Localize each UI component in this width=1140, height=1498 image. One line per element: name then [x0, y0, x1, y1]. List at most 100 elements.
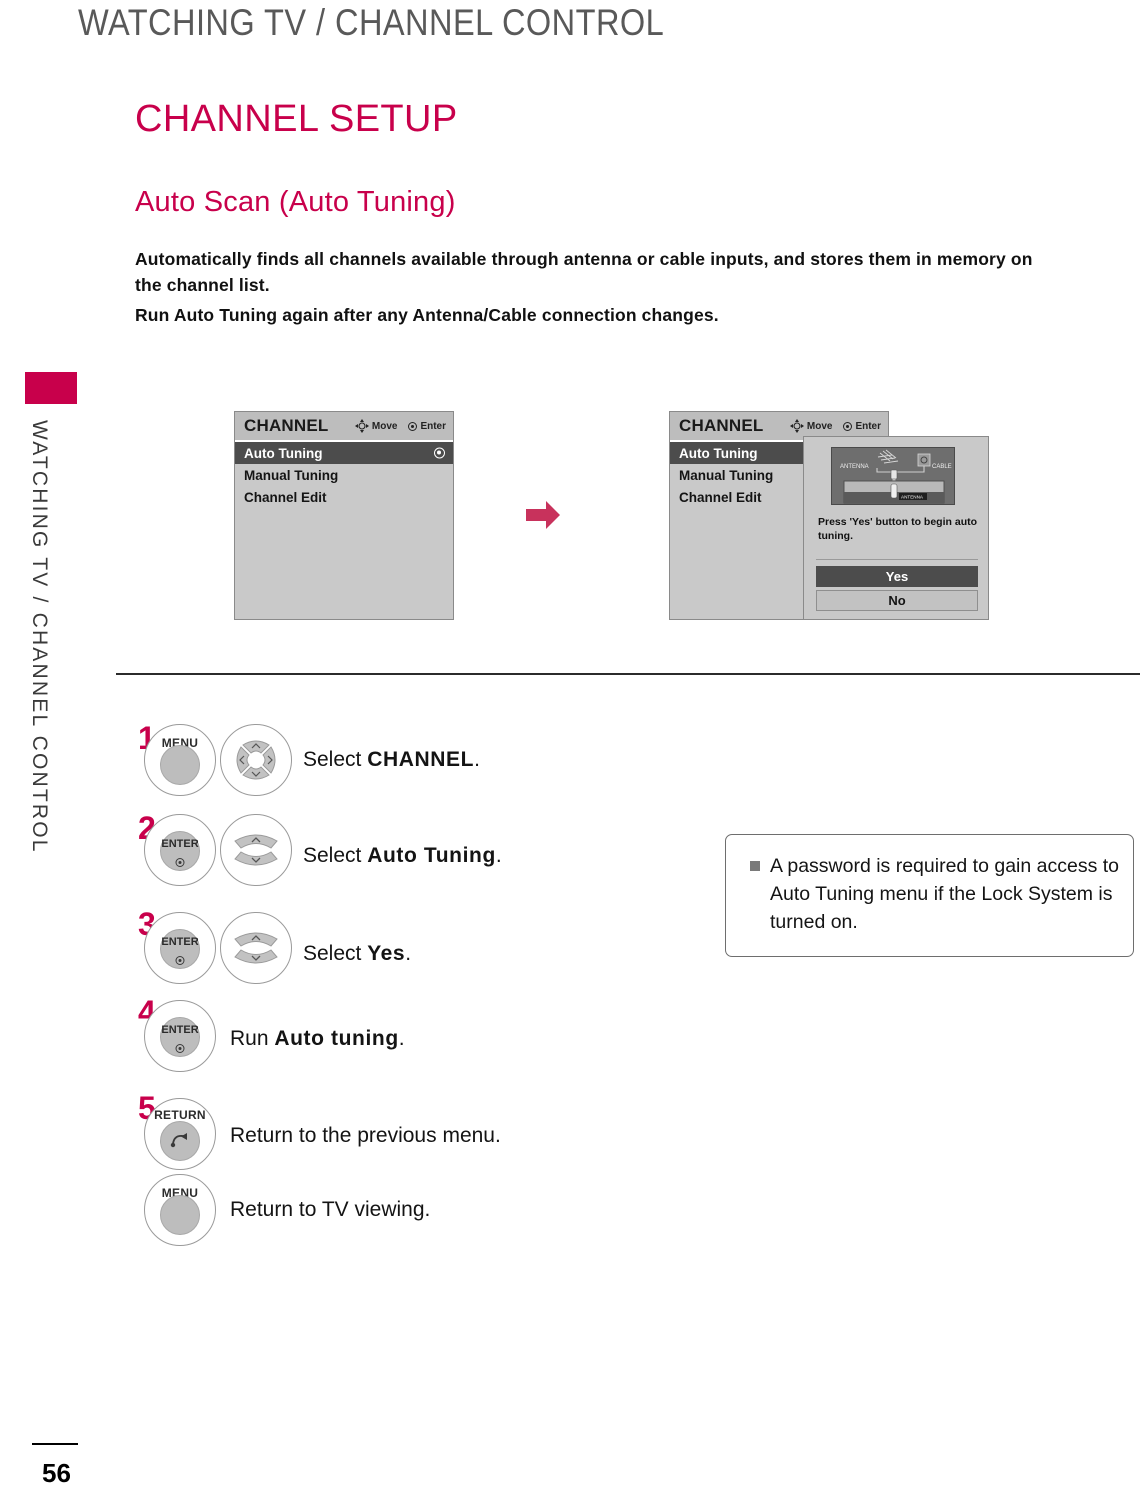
- dialog-message: Press 'Yes' button to begin auto tuning.: [818, 516, 978, 542]
- enter-button-icon: ENTER: [160, 929, 200, 969]
- enter-dot-icon: [175, 956, 185, 965]
- step-3-suffix: .: [405, 942, 412, 965]
- hint-move-label: Move: [806, 420, 833, 432]
- antenna-cable-diagram-icon: ANTENNA CABLE ANTENNA: [832, 448, 954, 504]
- radio-selected-icon: [434, 447, 445, 459]
- dpad-move-icon: [789, 419, 804, 433]
- return-arrow-icon: [170, 1133, 187, 1148]
- note-text: A password is required to gain access to…: [770, 855, 1120, 933]
- updown-control[interactable]: [220, 814, 292, 886]
- osd-channel-menu-before: CHANNEL Move Enter Auto Tuning Manual Tu…: [234, 411, 454, 620]
- hint-enter-label: Enter: [420, 420, 446, 432]
- enter-button-label: ENTER: [161, 838, 199, 850]
- dpad-move-icon: [354, 419, 369, 433]
- enter-button[interactable]: ENTER: [144, 912, 216, 984]
- hint-move-label: Move: [371, 420, 398, 432]
- osd-hint-bar: Move Enter: [789, 419, 881, 433]
- step-4-bold: Auto tuning: [274, 1027, 399, 1050]
- enter-button-icon: ENTER: [160, 1017, 200, 1057]
- step-1-text: Select CHANNEL.: [303, 748, 480, 772]
- osd-item-label: Channel Edit: [679, 489, 762, 505]
- side-tab-marker: [25, 372, 77, 404]
- dialog-yes-label: Yes: [885, 569, 909, 584]
- osd-item-label: Channel Edit: [244, 489, 327, 505]
- dialog-no-button[interactable]: No: [816, 590, 978, 611]
- osd-item-auto-tuning[interactable]: Auto Tuning: [235, 442, 453, 464]
- enter-dot-icon: [175, 858, 185, 867]
- section-divider: [116, 673, 1140, 675]
- page-title: CHANNEL SETUP: [135, 98, 458, 140]
- square-bullet-icon: [750, 861, 760, 871]
- osd-item-list: Auto Tuning Manual Tuning Channel Edit: [235, 442, 453, 508]
- right-arrow-icon: [526, 501, 560, 529]
- manual-page: WATCHING TV / CHANNEL CONTROL WATCHING T…: [0, 0, 1140, 1498]
- osd-item-manual-tuning[interactable]: Manual Tuning: [235, 464, 453, 486]
- step-5-text: Return to the previous menu.: [230, 1124, 501, 1147]
- dialog-no-label: No: [888, 593, 906, 608]
- osd-title: CHANNEL: [679, 416, 764, 435]
- enter-dot-icon: [175, 1044, 185, 1053]
- step-1-bold: CHANNEL: [367, 748, 475, 771]
- hint-enter: Enter: [408, 421, 446, 432]
- osd-item-label: Manual Tuning: [244, 467, 339, 483]
- auto-tuning-confirm-dialog: ANTENNA CABLE ANTENNA Press 'Yes' button…: [803, 436, 989, 620]
- osd-item-channel-edit[interactable]: Channel Edit: [235, 486, 453, 508]
- step-1-suffix: .: [474, 748, 480, 771]
- osd-item-label: Auto Tuning: [679, 445, 758, 461]
- updown-control[interactable]: [220, 912, 292, 984]
- up-down-arrows-icon: [234, 834, 278, 866]
- step-1-prefix: Select: [303, 748, 368, 771]
- dialog-divider: [816, 559, 978, 560]
- hint-move: Move: [789, 419, 833, 433]
- osd-item-label: Auto Tuning: [244, 445, 323, 461]
- return-button-label: RETURN: [154, 1108, 206, 1122]
- menu-button[interactable]: MENU: [144, 1174, 216, 1246]
- note-box: A password is required to gain access to…: [725, 834, 1134, 957]
- running-head: WATCHING TV / CHANNEL CONTROL: [78, 2, 665, 43]
- osd-item-label: Manual Tuning: [679, 467, 774, 483]
- section-title: Auto Scan (Auto Tuning): [135, 186, 456, 218]
- step-4-suffix: .: [398, 1027, 405, 1050]
- up-down-arrows-icon: [234, 932, 278, 964]
- step-2-text: Select Auto Tuning.: [303, 844, 502, 868]
- menu-button-icon: [160, 745, 200, 785]
- step-3-prefix: Select: [303, 942, 368, 965]
- dpad-4way-icon: [236, 740, 276, 780]
- step-4-text: Run Auto tuning.: [230, 1027, 405, 1051]
- hint-enter: Enter: [843, 421, 881, 432]
- enter-button[interactable]: ENTER: [144, 1000, 216, 1072]
- step-2-bold: Auto Tuning: [367, 844, 496, 867]
- menu-button[interactable]: MENU: [144, 724, 216, 796]
- dpad-4way-control[interactable]: [220, 724, 292, 796]
- side-tab-label: WATCHING TV / CHANNEL CONTROL: [28, 420, 51, 854]
- svg-text:ANTENNA: ANTENNA: [901, 495, 924, 500]
- footer-rule: [32, 1443, 78, 1445]
- svg-text:ANTENNA: ANTENNA: [840, 464, 869, 470]
- hint-enter-label: Enter: [855, 420, 881, 432]
- enter-button-label: ENTER: [161, 936, 199, 948]
- menu-button-icon: [160, 1195, 200, 1235]
- svg-text:CABLE: CABLE: [932, 464, 952, 470]
- antenna-cable-illustration: ANTENNA CABLE ANTENNA: [831, 447, 955, 505]
- return-button-icon: [160, 1121, 200, 1161]
- dialog-yes-button[interactable]: Yes: [816, 566, 978, 587]
- osd-hint-bar: Move Enter: [354, 419, 446, 433]
- enter-dot-icon: [843, 421, 853, 431]
- step-3-bold: Yes: [367, 942, 406, 965]
- osd-title: CHANNEL: [244, 416, 329, 435]
- step-4-prefix: Run: [230, 1027, 275, 1050]
- step-2-suffix: .: [495, 844, 502, 867]
- return-button[interactable]: RETURN: [144, 1098, 216, 1170]
- enter-button[interactable]: ENTER: [144, 814, 216, 886]
- page-number: 56: [42, 1458, 71, 1488]
- hint-move: Move: [354, 419, 398, 433]
- step-2-prefix: Select: [303, 844, 368, 867]
- enter-dot-icon: [408, 421, 418, 431]
- intro-paragraph-1: Automatically finds all channels availab…: [135, 249, 1033, 295]
- step-3-text: Select Yes.: [303, 942, 411, 966]
- enter-button-label: ENTER: [161, 1024, 199, 1036]
- osd-header: CHANNEL Move Enter: [235, 412, 453, 442]
- step-6-text: Return to TV viewing.: [230, 1198, 431, 1221]
- enter-button-icon: ENTER: [160, 831, 200, 871]
- intro-paragraph-2: Run Auto Tuning again after any Antenna/…: [135, 305, 719, 325]
